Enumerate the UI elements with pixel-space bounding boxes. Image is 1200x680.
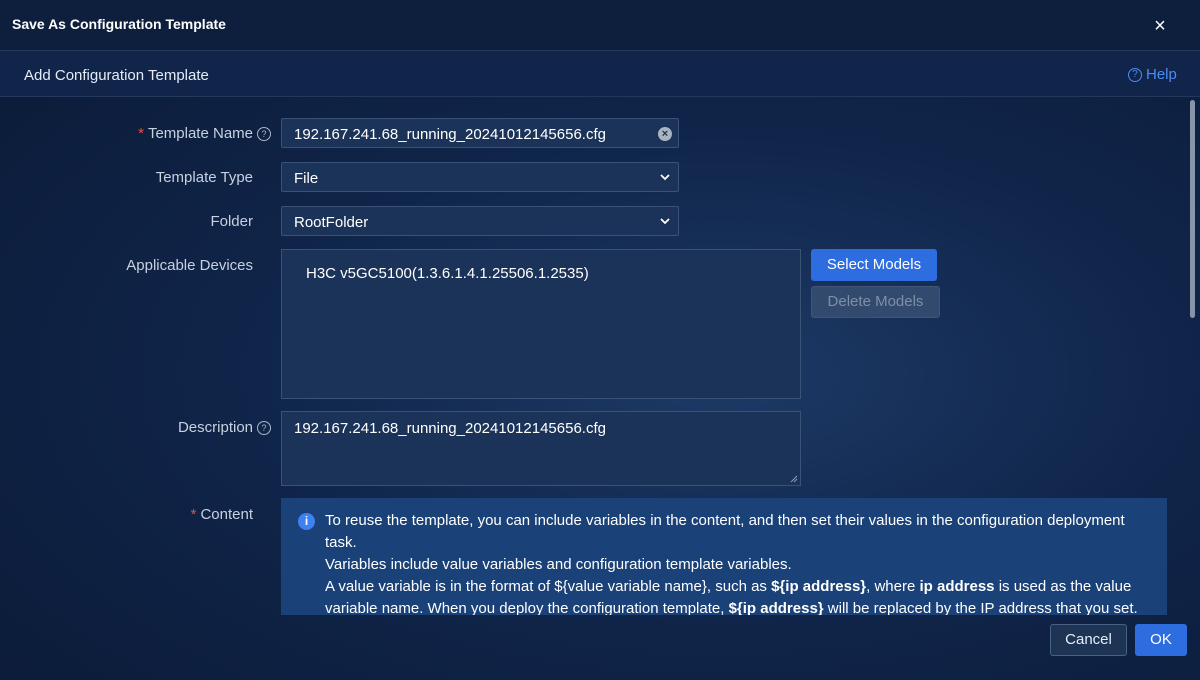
dialog-title: Save As Configuration Template <box>12 16 226 32</box>
required-mark: * <box>190 506 197 523</box>
applicable-devices-list[interactable]: H3C v5GC5100(1.3.6.1.4.1.25506.1.2535) <box>281 249 801 399</box>
chevron-down-icon <box>660 174 670 181</box>
applicable-devices-label: Applicable Devices <box>126 257 253 274</box>
info-line: Variables include value variables and co… <box>325 556 792 573</box>
dialog-titlebar: Save As Configuration Template × <box>0 0 1200 51</box>
template-name-label-text: Template Name <box>147 125 253 142</box>
description-label: Description? <box>178 419 271 436</box>
content-label: * Content <box>191 506 253 523</box>
cancel-button[interactable]: Cancel <box>1050 624 1127 656</box>
help-label: Help <box>1146 66 1177 83</box>
info-line: To reuse the template, you can include v… <box>325 512 1125 551</box>
required-mark: * <box>138 125 144 142</box>
folder-value: RootFolder <box>294 214 369 231</box>
template-name-label: * Template Name? <box>138 125 271 142</box>
delete-models-button: Delete Models <box>811 286 940 318</box>
chevron-down-icon <box>660 218 670 225</box>
help-link[interactable]: ? Help <box>1128 66 1177 83</box>
description-textarea[interactable]: 192.167.241.68_running_20241012145656.cf… <box>281 411 801 486</box>
clear-icon[interactable]: × <box>658 127 672 141</box>
description-value: 192.167.241.68_running_20241012145656.cf… <box>294 420 606 437</box>
help-circle-icon[interactable]: ? <box>257 127 271 141</box>
folder-select[interactable]: RootFolder <box>281 206 679 236</box>
section-title: Add Configuration Template <box>24 67 209 84</box>
content-label-text: Content <box>200 506 253 523</box>
description-label-text: Description <box>177 419 253 436</box>
template-name-input[interactable]: 192.167.241.68_running_20241012145656.cf… <box>281 118 679 148</box>
template-name-value: 192.167.241.68_running_20241012145656.cf… <box>294 126 606 143</box>
template-type-select[interactable]: File <box>281 162 679 192</box>
close-icon[interactable]: × <box>1150 16 1170 36</box>
info-icon: i <box>298 513 315 530</box>
select-models-button[interactable]: Select Models <box>811 249 937 281</box>
info-text: To reuse the template, you can include v… <box>325 510 1155 615</box>
template-type-label: Template Type <box>155 169 253 186</box>
help-icon: ? <box>1128 67 1142 82</box>
device-item[interactable]: H3C v5GC5100(1.3.6.1.4.1.25506.1.2535) <box>306 265 589 282</box>
content-info-box: i To reuse the template, you can include… <box>281 498 1167 615</box>
help-circle-icon[interactable]: ? <box>257 421 271 435</box>
info-line: A value variable is in the format of ${v… <box>325 578 1138 615</box>
section-header: Add Configuration Template ? Help <box>0 51 1200 97</box>
folder-label: Folder <box>210 213 253 230</box>
resize-handle-icon[interactable] <box>790 475 798 483</box>
scrollbar[interactable] <box>1190 100 1195 318</box>
template-type-value: File <box>294 170 319 187</box>
ok-button[interactable]: OK <box>1135 624 1187 656</box>
